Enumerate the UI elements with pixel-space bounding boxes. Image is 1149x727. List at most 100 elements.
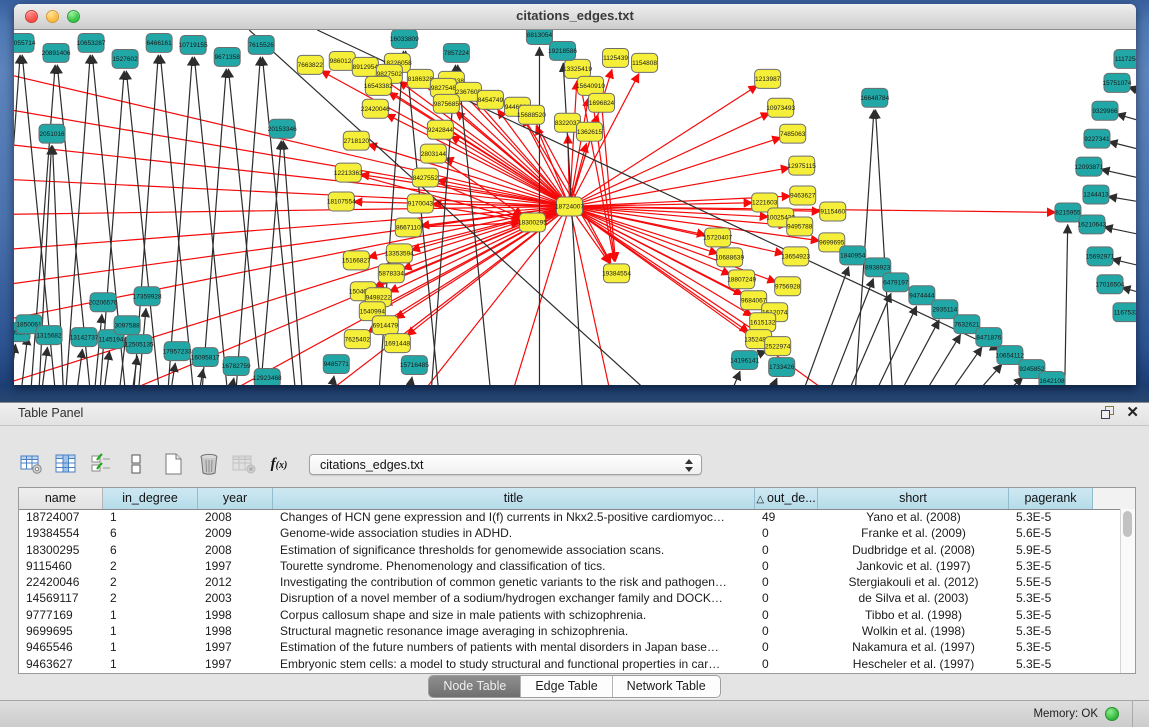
graph-node[interactable]: 13654923 [781, 247, 810, 266]
tab-node-table[interactable]: Node Table [429, 676, 521, 697]
graph-node[interactable]: 1642108 [1039, 372, 1065, 385]
table-cell[interactable]: 2003 [198, 590, 273, 606]
graph-node[interactable]: 8427552 [412, 168, 438, 187]
table-row[interactable]: 946362711997Embryonic stem cells: a mode… [19, 656, 1121, 672]
table-row[interactable]: 969969511998Structural magnetic resonanc… [19, 623, 1121, 639]
graph-node[interactable]: 1527602 [112, 49, 138, 68]
graph-node[interactable]: 15640910 [576, 76, 605, 95]
table-cell[interactable]: 5.9E-5 [1009, 542, 1093, 558]
table-row[interactable]: 2242004622012Investigating the contribut… [19, 574, 1121, 590]
network-view[interactable]: 1872400718300295193845547663822986012489… [14, 30, 1136, 385]
graph-node[interactable]: 14055714 [14, 33, 36, 52]
table-cell[interactable]: Investigating the contribution of common… [273, 574, 755, 590]
vertical-scrollbar[interactable] [1120, 509, 1135, 673]
graph-node[interactable]: 9671358 [214, 47, 240, 66]
table-row[interactable]: 946554611997Estimation of the future num… [19, 639, 1121, 655]
graph-node[interactable]: 9329966 [1092, 101, 1118, 120]
graph-node[interactable]: 15751074 [1103, 73, 1132, 92]
table-cell[interactable]: Disruption of a novel member of a sodium… [273, 590, 755, 606]
table-cell[interactable]: 5.3E-5 [1009, 558, 1093, 574]
graph-node[interactable]: 8813054 [526, 30, 552, 44]
graph-node[interactable]: 7625402 [344, 330, 370, 349]
table-cell[interactable]: de Silva et al. (2003) [818, 590, 1009, 606]
table-cell[interactable]: Corpus callosum shape and size in male p… [273, 607, 755, 623]
table-cell[interactable]: Tourette syndrome. Phenomenology and cla… [273, 558, 755, 574]
show-columns-icon[interactable] [53, 451, 79, 477]
graph-node[interactable]: 16782759 [222, 357, 251, 376]
table-cell[interactable]: 5.6E-5 [1009, 525, 1093, 541]
table-cell[interactable]: 5.3E-5 [1009, 607, 1093, 623]
graph-node[interactable]: 9227341 [1084, 129, 1110, 148]
graph-node[interactable]: 13325419 [563, 59, 592, 78]
graph-nodes[interactable]: 1872400718300295193845547663822986012489… [14, 30, 1136, 385]
column-header-out_de[interactable]: △out_de... [755, 488, 818, 509]
column-header-pagerank[interactable]: pagerank [1009, 488, 1093, 509]
table-cell[interactable]: Embryonic stem cells: a model to study s… [273, 656, 755, 672]
graph-node[interactable]: 15716485 [400, 356, 429, 375]
graph-node[interactable]: 9495788 [787, 217, 813, 236]
table-cell[interactable]: 2 [103, 558, 198, 574]
table-row[interactable]: 1456911722003Disruption of a novel membe… [19, 590, 1121, 606]
graph-node[interactable]: 3097588 [114, 316, 140, 335]
table-cell[interactable]: 0 [755, 623, 818, 639]
graph-node[interactable]: 8667110 [395, 218, 421, 237]
graph-node[interactable]: 1733426 [769, 358, 795, 377]
graph-node[interactable]: 1117254 [1114, 49, 1136, 68]
graph-node[interactable]: 9875685 [433, 94, 459, 113]
table-cell[interactable]: 0 [755, 558, 818, 574]
graph-node[interactable]: 16095817 [191, 348, 220, 367]
validate-columns-icon[interactable] [88, 451, 114, 477]
table-cell[interactable]: Dudbridge et al. (2008) [818, 542, 1009, 558]
graph-node[interactable]: 1244413 [1083, 185, 1109, 204]
graph-node[interactable]: 13142737 [70, 328, 99, 347]
column-header-title[interactable]: title [273, 488, 755, 509]
graph-node[interactable]: 15692971 [1086, 247, 1115, 266]
table-row[interactable]: 977716911998Corpus callosum shape and si… [19, 607, 1121, 623]
graph-node[interactable]: 1615132 [750, 313, 776, 332]
graph-node[interactable]: 16033809 [390, 30, 419, 48]
graph-node[interactable]: 9485771 [323, 355, 349, 374]
table-cell[interactable]: 5.3E-5 [1009, 623, 1093, 639]
table-cell[interactable]: 18300295 [19, 542, 103, 558]
graph-node[interactable]: 13353594 [385, 244, 414, 263]
graph-node[interactable]: 2051016 [39, 124, 65, 143]
graph-node[interactable]: 7615526 [248, 35, 274, 54]
table-cell[interactable]: Estimation of significance thresholds fo… [273, 542, 755, 558]
table-cell[interactable]: Genome-wide association studies in ADHD. [273, 525, 755, 541]
graph-node[interactable]: 18724007 [555, 197, 584, 216]
new-file-icon[interactable] [161, 451, 187, 477]
graph-node[interactable]: 14196141 [730, 351, 759, 370]
graph-node[interactable]: 6914479 [372, 316, 398, 335]
table-cell[interactable]: 9463627 [19, 656, 103, 672]
graph-node[interactable]: 9756928 [775, 277, 801, 296]
graph-node[interactable]: 10688639 [715, 248, 744, 267]
graph-node[interactable]: 9115460 [820, 202, 846, 221]
graph-node[interactable]: 12093871 [1075, 157, 1104, 176]
table-cell[interactable]: 0 [755, 542, 818, 558]
graph-node[interactable]: 12923468 [253, 369, 282, 385]
table-cell[interactable]: 2009 [198, 525, 273, 541]
table-cell[interactable]: 2008 [198, 509, 273, 525]
graph-node[interactable]: 8912954 [352, 57, 378, 76]
graph-node[interactable]: 16210643 [1078, 215, 1107, 234]
table-cell[interactable]: 14569117 [19, 590, 103, 606]
table-cell[interactable]: Franke et al. (2009) [818, 525, 1009, 541]
table-cell[interactable]: Structural magnetic resonance image aver… [273, 623, 755, 639]
graph-node[interactable]: 15720407 [703, 228, 732, 247]
graph-node[interactable]: 9860124 [329, 51, 355, 70]
function-builder-icon[interactable]: f(x) [266, 451, 292, 477]
graph-node[interactable]: 10973493 [766, 98, 795, 117]
window-titlebar[interactable]: citations_edges.txt [14, 4, 1136, 30]
table-row[interactable]: 911546021997Tourette syndrome. Phenomeno… [19, 558, 1121, 574]
column-header-name[interactable]: name [19, 488, 103, 509]
rows-icon[interactable] [123, 451, 149, 477]
table-cell[interactable]: 19384554 [19, 525, 103, 541]
graph-node[interactable]: 9242844 [427, 120, 453, 139]
graph-node[interactable]: 8471876 [976, 328, 1002, 347]
tab-edge-table[interactable]: Edge Table [521, 676, 612, 697]
graph-node[interactable]: 10719155 [179, 35, 208, 54]
graph-node[interactable]: 18807249 [727, 270, 756, 289]
table-cell[interactable]: 5.3E-5 [1009, 656, 1093, 672]
graph-node[interactable]: 20206576 [89, 293, 118, 312]
table-cell[interactable]: Estimation of the future numbers of pati… [273, 639, 755, 655]
